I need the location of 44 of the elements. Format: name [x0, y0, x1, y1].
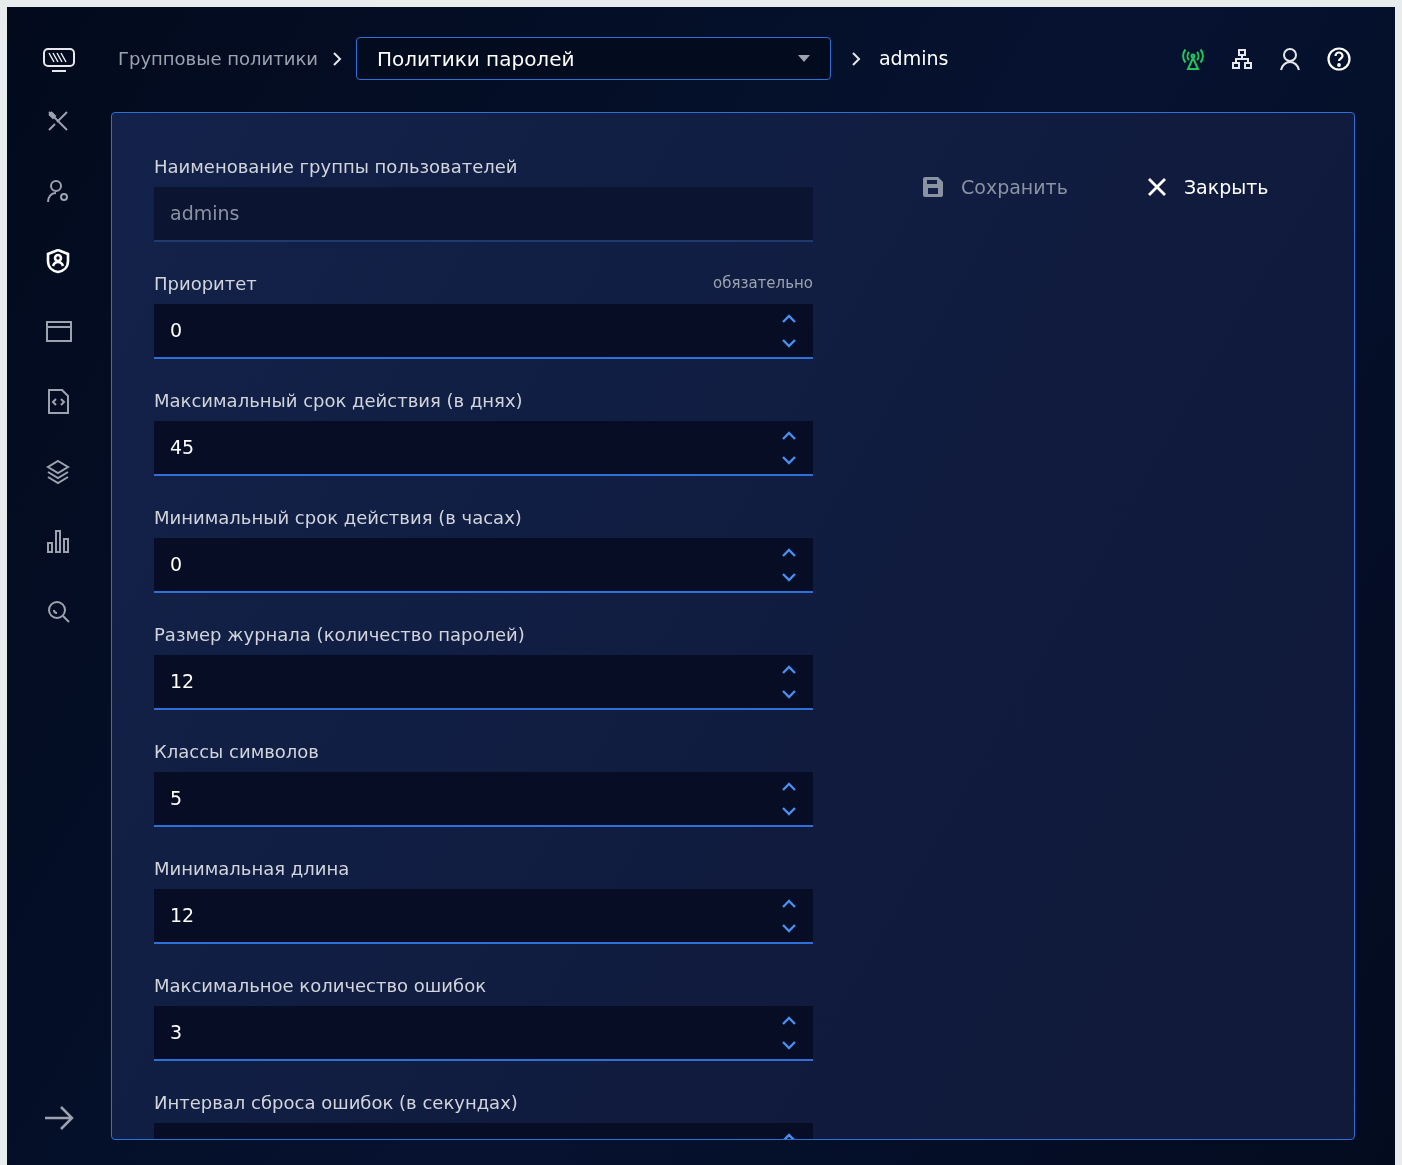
- browser-window-icon[interactable]: [46, 319, 72, 345]
- monitor-logo-icon[interactable]: [42, 47, 76, 73]
- number-field[interactable]: 3: [154, 1006, 813, 1061]
- search-icon[interactable]: [46, 599, 72, 625]
- close-icon: [1147, 178, 1166, 197]
- spinner-arrows-icon[interactable]: [781, 780, 797, 817]
- field-label: Приоритет: [154, 274, 257, 294]
- field-label: Минимальный срок действия (в часах): [154, 508, 522, 528]
- spinner-arrows-icon[interactable]: [781, 312, 797, 349]
- shield-user-icon[interactable]: [46, 249, 72, 275]
- layers-icon[interactable]: [46, 459, 72, 485]
- number-field[interactable]: 12: [154, 655, 813, 710]
- number-field[interactable]: 12: [154, 889, 813, 944]
- spinner-arrows-icon[interactable]: [781, 546, 797, 583]
- field-label: Минимальная длина: [154, 859, 350, 879]
- arrow-right-icon[interactable]: [43, 1105, 75, 1131]
- required-note: обязательно: [713, 272, 813, 294]
- code-file-icon[interactable]: [46, 389, 72, 415]
- chevron-right-icon: [331, 50, 342, 67]
- chevron-right-icon: [850, 50, 861, 67]
- help-icon[interactable]: [1327, 46, 1351, 71]
- spinner-arrows-icon[interactable]: [781, 429, 797, 466]
- field-label: Классы символов: [154, 742, 319, 762]
- page-dropdown[interactable]: Политики паролей: [355, 37, 831, 80]
- field-label: Наименование группы пользователей: [154, 157, 518, 177]
- network-icon[interactable]: [1231, 47, 1253, 70]
- number-field[interactable]: 45: [154, 421, 813, 476]
- bar-chart-icon[interactable]: [46, 529, 72, 555]
- spinner-arrows-icon[interactable]: [781, 1014, 797, 1051]
- field-label: Размер журнала (количество паролей): [154, 625, 525, 645]
- field-label: Интервал сброса ошибок (в секундах): [154, 1093, 518, 1113]
- field-label: Максимальное количество ошибок: [154, 976, 486, 996]
- number-field[interactable]: 0: [154, 304, 813, 359]
- caret-down-icon: [797, 55, 810, 62]
- close-button[interactable]: Закрыть: [1147, 173, 1269, 202]
- field-label: Максимальный срок действия (в днях): [154, 391, 523, 411]
- breadcrumb-link[interactable]: Групповые политики: [118, 45, 318, 72]
- breadcrumb-current: admins: [878, 46, 949, 72]
- antenna-icon[interactable]: [1181, 46, 1205, 71]
- number-field[interactable]: 0: [154, 538, 813, 593]
- user-icon[interactable]: [1279, 46, 1301, 71]
- spinner-arrows-icon[interactable]: [781, 897, 797, 934]
- number-field[interactable]: 5: [154, 772, 813, 827]
- spinner-arrows-icon[interactable]: [781, 663, 797, 700]
